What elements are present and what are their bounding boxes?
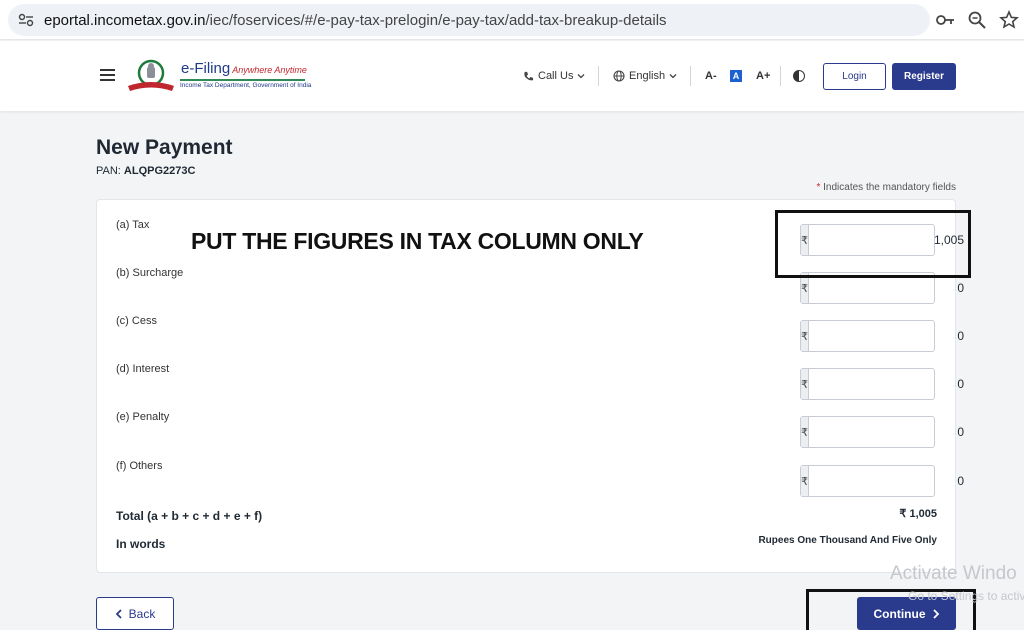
chevron-down-icon — [669, 74, 677, 79]
activate-windows-watermark-subtitle: Go to Settings to activ — [908, 589, 1024, 603]
zoom-icon[interactable] — [967, 10, 987, 30]
rupee-prefix: ₹ — [801, 417, 809, 447]
pan-label: PAN: — [96, 165, 121, 177]
chevron-down-icon — [577, 74, 585, 79]
call-us-menu[interactable]: Call Us — [523, 70, 585, 82]
interest-amount-input[interactable] — [809, 369, 972, 399]
logo-tagline: Anywhere Anytime — [232, 65, 307, 75]
pan-line: PAN: ALQPG2273C — [96, 165, 195, 177]
others-label: (f) Others — [116, 460, 163, 472]
rupee-prefix: ₹ — [801, 369, 809, 399]
call-us-label: Call Us — [538, 70, 574, 82]
font-normal-button[interactable]: A — [730, 70, 742, 82]
surcharge-label: (b) Surcharge — [116, 267, 184, 279]
site-header: e-Filing Anywhere Anytime Income Tax Depa… — [0, 41, 1024, 111]
rupee-prefix: ₹ — [801, 321, 809, 351]
in-words-value: Rupees One Thousand And Five Only — [758, 535, 937, 546]
chevron-right-icon — [932, 608, 939, 619]
font-increase-button[interactable]: A+ — [756, 70, 770, 82]
logo-subtitle: Income Tax Department, Government of Ind… — [180, 82, 312, 89]
logo-title-text: e-Filing — [181, 60, 231, 77]
tax-highlight-box — [775, 210, 971, 278]
page-title: New Payment — [96, 136, 233, 159]
star-icon[interactable] — [999, 10, 1019, 30]
others-amount-field: ₹ — [800, 465, 972, 497]
font-decrease-button[interactable]: A- — [705, 70, 717, 82]
globe-icon — [613, 70, 625, 82]
cess-amount-input[interactable] — [809, 321, 972, 351]
others-amount-input[interactable] — [809, 466, 972, 496]
logo-title: e-Filing Anywhere Anytime — [181, 60, 307, 77]
url-text: eportal.incometax.gov.in/iec/foservices/… — [44, 12, 667, 29]
back-button[interactable]: Back — [96, 597, 174, 630]
penalty-amount-input[interactable] — [809, 417, 972, 447]
language-selector[interactable]: English — [613, 70, 677, 82]
annotation-text: PUT THE FIGURES IN TAX COLUMN ONLY — [191, 228, 644, 254]
key-icon[interactable] — [935, 10, 955, 30]
register-button[interactable]: Register — [892, 63, 956, 90]
cess-label: (c) Cess — [116, 315, 157, 327]
activate-windows-watermark-title: Activate Windo — [890, 563, 1017, 584]
in-words-label: In words — [116, 537, 166, 551]
penalty-label: (e) Penalty — [116, 411, 170, 423]
chevron-left-icon — [115, 608, 122, 619]
rupee-prefix: ₹ — [801, 466, 809, 496]
income-tax-logo-emblem-icon — [128, 59, 174, 91]
cess-amount-field: ₹ — [800, 320, 972, 352]
language-label: English — [629, 70, 666, 82]
hamburger-menu-icon[interactable] — [100, 69, 115, 81]
total-label: Total (a + b + c + d + e + f) — [116, 509, 263, 523]
header-separator — [690, 66, 691, 86]
url-host: eportal.incometax.gov.in — [44, 12, 206, 29]
login-button[interactable]: Login — [823, 63, 886, 90]
tax-label: (a) Tax — [116, 219, 150, 231]
continue-label: Continue — [873, 606, 926, 621]
interest-amount-field: ₹ — [800, 368, 972, 400]
url-field[interactable]: eportal.incometax.gov.in/iec/foservices/… — [8, 4, 930, 36]
mandatory-note: * Indicates the mandatory fields — [740, 182, 956, 193]
back-label: Back — [128, 606, 156, 621]
logo-divider — [180, 79, 305, 81]
mandatory-star: * — [816, 182, 821, 193]
mandatory-note-text: Indicates the mandatory fields — [823, 182, 956, 193]
url-path: /iec/foservices/#/e-pay-tax-prelogin/e-p… — [205, 12, 667, 29]
site-settings-icon[interactable] — [18, 13, 34, 27]
header-separator — [780, 66, 781, 86]
pan-value: ALQPG2273C — [123, 165, 196, 177]
header-separator — [598, 66, 599, 86]
total-value: ₹ 1,005 — [899, 508, 937, 520]
phone-icon — [524, 71, 534, 80]
penalty-amount-field: ₹ — [800, 416, 972, 448]
contrast-icon[interactable] — [793, 70, 805, 82]
interest-label: (d) Interest — [116, 363, 170, 375]
browser-address-bar: eportal.incometax.gov.in/iec/foservices/… — [0, 0, 1024, 40]
